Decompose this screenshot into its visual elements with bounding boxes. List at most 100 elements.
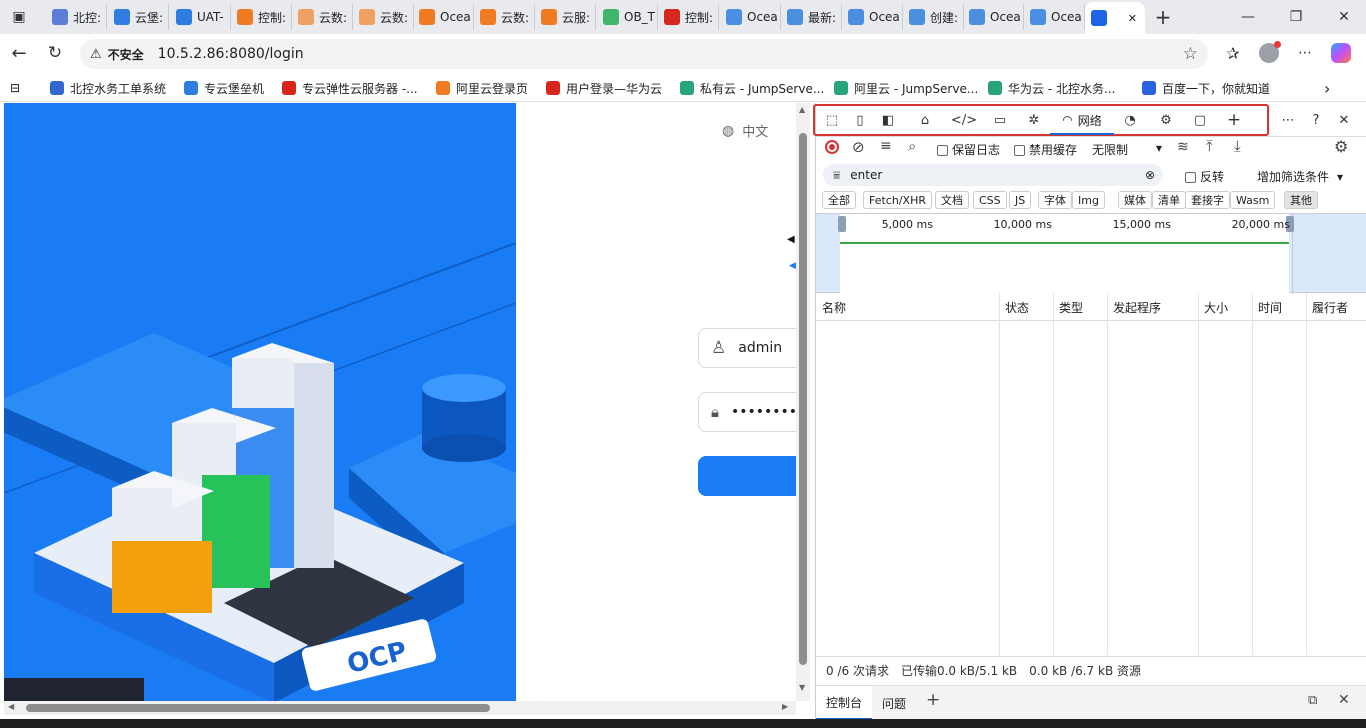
dock-side-icon[interactable]: ◧ [875,109,901,131]
browser-tab[interactable]: Ocea [963,4,1024,30]
tab-actions-icon[interactable]: ▣ [8,6,30,28]
dock-drawer-icon[interactable]: ⧉ [1308,693,1317,708]
scroll-down-icon[interactable]: ▼ [799,683,805,692]
column-header[interactable]: 名称 [822,299,846,316]
search-icon[interactable]: ⌕ [908,137,916,155]
new-tab-button[interactable]: + [1152,5,1174,29]
resource-type-chip[interactable]: Img [1072,191,1105,209]
browser-tab[interactable]: Ocea [413,4,474,30]
username-input[interactable]: ♙ admin [698,328,810,368]
h-scroll-thumb[interactable] [26,704,490,712]
chevron-right-icon[interactable]: › [1324,79,1330,98]
add-drawer-tab-icon[interactable]: + [926,690,940,710]
scroll-thumb[interactable] [799,133,807,665]
resource-type-chip[interactable]: 媒体 [1118,191,1152,209]
browser-tab[interactable]: 创建: [903,4,964,30]
browser-tab[interactable]: 最新: [781,4,842,30]
filter-toggle-icon[interactable]: ≡ [880,138,892,154]
browser-tab[interactable]: OB_T [597,4,658,30]
copilot-icon[interactable] [1330,42,1352,64]
browser-tab[interactable]: 云数: [292,4,353,30]
preserve-log-checkbox[interactable]: 保留日志 [937,141,1000,158]
resource-type-chip[interactable]: Wasm [1230,191,1276,209]
add-tool-icon[interactable]: + [1221,109,1247,131]
back-button[interactable]: ← [8,42,30,64]
scroll-left-icon[interactable]: ◀ [8,702,14,711]
browser-tab[interactable]: Ocea [842,4,903,30]
application-icon[interactable]: ▢ [1187,109,1213,131]
add-filter-dropdown[interactable]: 增加筛选条件 ▾ [1257,168,1343,185]
profile-avatar[interactable] [1258,41,1281,64]
inspect-icon[interactable]: ⬚ [819,109,845,131]
console-icon[interactable]: ▭ [987,109,1013,131]
bookmark-item[interactable]: 百度一下，你就知道 [1142,79,1270,97]
close-tab-icon[interactable]: ✕ [1128,12,1137,25]
bookmark-item[interactable]: 阿里云登录页 [436,79,528,97]
column-header[interactable]: 状态 [1005,299,1029,316]
device-emulation-icon[interactable]: ▯ [847,109,873,131]
record-button[interactable] [825,140,839,154]
close-window-button[interactable]: ✕ [1333,6,1355,28]
password-input[interactable]: 🔒︎ ••••••••••• [698,392,810,432]
network-tab[interactable]: ◠ 网络 [1050,107,1114,135]
console-drawer-tab[interactable]: 控制台 [816,686,872,720]
bookmark-item[interactable]: 私有云 - JumpServe... [680,79,824,97]
import-icon[interactable]: ⤒ [1206,137,1213,155]
browser-tab[interactable]: 控制: [231,4,292,30]
browser-tab[interactable]: 云数: [474,4,535,30]
browser-tab[interactable]: UAT- [170,4,231,30]
column-header[interactable]: 履行者 [1312,299,1348,316]
browser-tab[interactable]: 云数: [353,4,414,30]
throttle-select[interactable]: 无限制 ▾ [1092,141,1168,158]
debugger-bug-icon[interactable]: ✲ [1021,109,1047,131]
memory-chip-icon[interactable]: ⚙ [1153,109,1179,131]
browser-tab[interactable]: Ocea [1024,4,1085,30]
browser-tab[interactable]: Ocea [720,4,781,30]
reload-button[interactable]: ↻ [44,42,66,64]
clear-filter-icon[interactable]: ⊗ [1145,168,1155,182]
bookmark-item[interactable]: 专云堡垒机 [184,79,264,97]
browser-tab[interactable]: 云堡: [108,4,169,30]
performance-icon[interactable]: ◔ [1117,109,1143,131]
horizontal-scrollbar[interactable]: ◀ ▶ [4,701,796,715]
resource-type-chip[interactable]: 其他 [1284,191,1318,209]
bookmark-item[interactable]: 北控水务工单系统 [50,79,166,97]
network-conditions-icon[interactable]: ≋ [1177,139,1189,155]
close-devtools-icon[interactable]: ✕ [1331,109,1357,131]
disable-cache-checkbox[interactable]: 禁用缓存 [1014,141,1077,158]
resource-type-chip[interactable]: 字体 [1038,191,1072,209]
filter-input[interactable]: ⩸ enter ⊗ [823,164,1163,186]
restore-button[interactable]: ❐ [1285,6,1307,28]
resource-type-chip[interactable]: JS [1009,191,1032,209]
more-tools-icon[interactable]: ⋯ [1275,109,1301,131]
resource-type-chip[interactable]: 套接字 [1185,191,1230,209]
network-settings-icon[interactable]: ⚙ [1334,137,1348,156]
bookmark-item[interactable]: 专云弹性云服务器 -... [282,79,418,97]
export-icon[interactable]: ⤓ [1234,137,1241,155]
bookmark-item[interactable]: 华为云 - 北控水务... [988,79,1115,97]
issues-drawer-tab[interactable]: 问题 [882,695,906,712]
elements-icon[interactable]: </> [951,109,977,131]
browser-tab[interactable]: 控制: [658,4,719,30]
resource-type-chip[interactable]: 清单 [1152,191,1186,209]
resource-type-chip[interactable]: CSS [973,191,1007,209]
help-icon[interactable]: ? [1303,109,1329,131]
language-switch[interactable]: ◍ 中文 [722,121,768,141]
bookmark-item[interactable]: 用户登录—华为云 [546,79,662,97]
column-header[interactable]: 类型 [1059,299,1083,316]
login-button[interactable] [698,456,810,496]
resource-type-chip[interactable]: Fetch/XHR [863,191,932,209]
column-header[interactable]: 时间 [1258,299,1282,316]
scroll-up-icon[interactable]: ▲ [799,105,805,114]
browser-tab[interactable]: 北控: [46,4,107,30]
home-icon[interactable]: ⌂ [912,109,938,131]
resource-type-chip[interactable]: 全部 [822,191,856,209]
vertical-scrollbar[interactable]: ▲ ▼ [796,103,810,701]
browser-tab[interactable]: 云服: [535,4,596,30]
apps-icon[interactable]: ⊟ [10,79,20,97]
resource-type-chip[interactable]: 文档 [935,191,969,209]
address-bar[interactable]: ⚠ 不安全 10.5.2.86:8080/login ☆ [80,39,1208,69]
scroll-right-icon[interactable]: ▶ [782,702,788,711]
bookmark-item[interactable]: 阿里云 - JumpServe... [834,79,978,97]
close-drawer-icon[interactable]: ✕ [1338,692,1350,708]
